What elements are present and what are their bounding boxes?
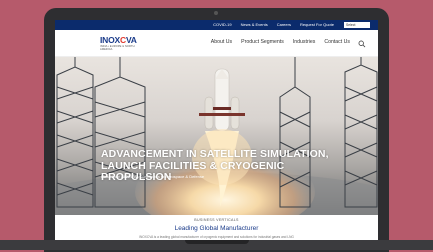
utility-links: COVID-19 News & Events Careers Request F… <box>213 21 334 29</box>
section-body: INOXCVA is a leading global manufacturer… <box>139 235 294 239</box>
top-utility-bar: COVID-19 News & Events Careers Request F… <box>55 20 378 33</box>
laptop-base <box>0 240 433 250</box>
main-navigation: INOXCVA INDIA • EUROPE & NORTH AMERICA A… <box>55 30 378 57</box>
hero-subline-link[interactable]: Read How INOXCVA Contributes to Aerospac… <box>101 174 204 179</box>
nav-item-product-segments[interactable]: Product Segments <box>241 38 284 46</box>
link-careers[interactable]: Careers <box>277 21 291 29</box>
rocket-launch-image <box>55 57 378 215</box>
hero-banner[interactable]: ADVANCEMENT IN SATELLITE SIMULATION, LAU… <box>55 57 378 215</box>
nav-menu: About Us Product Segments Industries Con… <box>211 38 350 46</box>
nav-item-industries[interactable]: Industries <box>293 38 316 46</box>
section-title: Leading Global Manufacturer <box>174 225 259 232</box>
nav-item-contact-us[interactable]: Contact Us <box>324 38 350 46</box>
language-select[interactable]: Select Language <box>344 22 370 33</box>
link-request-quote[interactable]: Request For Quote <box>300 21 334 29</box>
webcam <box>214 11 218 15</box>
link-covid[interactable]: COVID-19 <box>213 21 231 29</box>
laptop-frame: COVID-19 News & Events Careers Request F… <box>44 8 389 252</box>
logo-tagline: INDIA • EUROPE & NORTH AMERICA <box>100 45 135 51</box>
link-news-events[interactable]: News & Events <box>241 21 268 29</box>
business-verticals-section: BUSINESS VERTICALS Leading Global Manufa… <box>55 215 378 240</box>
search-icon[interactable] <box>358 40 366 48</box>
hero-headline-line2: LAUNCH FACILITIES & CRYOGENIC PROPULSION <box>101 159 285 183</box>
company-logo[interactable]: INOXCVA INDIA • EUROPE & NORTH AMERICA <box>100 35 137 52</box>
nav-item-about-us[interactable]: About Us <box>211 38 232 46</box>
hero-headline-line1: ADVANCEMENT IN SATELLITE SIMULATION, <box>101 148 329 160</box>
website-screen: COVID-19 News & Events Careers Request F… <box>55 20 378 240</box>
section-eyebrow: BUSINESS VERTICALS <box>194 218 239 222</box>
logo-wordmark: INOXCVA <box>100 35 137 45</box>
laptop-opening-lip <box>185 240 249 244</box>
